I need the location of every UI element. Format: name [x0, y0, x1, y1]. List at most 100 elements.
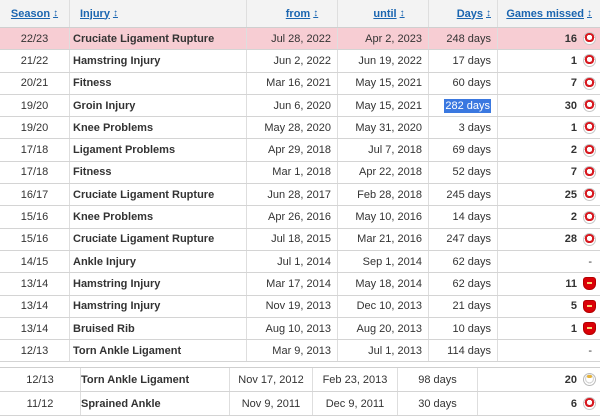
- southampton-crest-icon[interactable]: [583, 188, 596, 202]
- season-cell: 12/13: [0, 340, 70, 362]
- sort-icon[interactable]: ↕: [486, 8, 491, 19]
- games-missed-value: 1: [570, 54, 577, 67]
- until-date-cell: Jun 19, 2022: [338, 50, 429, 72]
- games-missed-cell: 6: [478, 392, 600, 415]
- sort-icon[interactable]: ↕: [53, 8, 58, 19]
- games-missed-value: 11: [565, 277, 577, 290]
- season-cell: 19/20: [0, 94, 70, 117]
- days-value: 247 days: [446, 233, 491, 246]
- column-header-days[interactable]: Days ↕: [429, 0, 498, 27]
- games-missed-cell: 7: [498, 73, 600, 94]
- arsenal-crest-icon[interactable]: [583, 277, 596, 291]
- from-date-cell: Mar 16, 2021: [247, 72, 338, 94]
- days-cell: 98 days: [398, 368, 478, 391]
- until-header-label[interactable]: until: [373, 8, 396, 20]
- table-row: 17/18 Fitness Mar 1, 2018 Apr 22, 2018 52 da…: [0, 161, 600, 185]
- days-value: 3 days: [458, 121, 491, 134]
- games-missed-value: 20: [564, 373, 577, 386]
- injury-header-label[interactable]: Injury: [80, 8, 110, 20]
- until-date-cell: Mar 21, 2016: [338, 228, 429, 250]
- column-header-injury[interactable]: Injury ↕: [70, 0, 247, 27]
- from-date-cell: Mar 1, 2018: [247, 161, 338, 184]
- injury-cell: Fitness: [70, 72, 247, 94]
- sort-icon[interactable]: ↕: [313, 8, 318, 19]
- from-date-cell: Jun 6, 2020: [247, 94, 338, 117]
- games-missed-value: 7: [570, 77, 577, 90]
- southampton-crest-icon[interactable]: [583, 210, 596, 224]
- southampton-crest-icon[interactable]: [583, 143, 596, 157]
- injury-cell: Ligament Problems: [70, 139, 247, 161]
- games-missed-cell: 2: [498, 206, 600, 227]
- southampton-crest-icon[interactable]: [583, 397, 596, 410]
- until-date-cell: May 15, 2021: [338, 94, 429, 117]
- games-missed-cell: 16: [498, 28, 600, 49]
- until-date-cell: May 10, 2016: [338, 206, 429, 228]
- table-row: 15/16 Cruciate Ligament Rupture Jul 18, 20…: [0, 228, 600, 251]
- games-missed-cell: 1: [498, 117, 600, 138]
- from-header-label[interactable]: from: [286, 8, 310, 20]
- arsenal-crest-icon[interactable]: [583, 299, 596, 313]
- arsenal-crest-icon[interactable]: [583, 322, 596, 335]
- from-date-cell: Jul 18, 2015: [247, 228, 338, 250]
- games-header-label[interactable]: Games missed: [506, 8, 584, 20]
- injury-cell: Hamstring Injury: [70, 295, 247, 317]
- column-header-until[interactable]: until ↕: [338, 0, 429, 27]
- days-cell: 52 days: [429, 161, 498, 184]
- until-date-cell: Jul 7, 2018: [338, 139, 429, 161]
- days-cell: 62 days: [429, 250, 498, 273]
- season-cell: 15/16: [0, 206, 70, 228]
- injury-table-continued: 12/13 Torn Ankle Ligament Nov 17, 2012 Feb …: [0, 367, 600, 416]
- games-missed-cell: 2: [498, 139, 600, 160]
- season-header-label[interactable]: Season: [11, 8, 50, 20]
- days-cell: 282 days: [429, 94, 498, 117]
- southampton-crest-icon[interactable]: [583, 32, 596, 46]
- southampton-crest-icon[interactable]: [583, 54, 596, 68]
- sort-icon[interactable]: ↕: [400, 8, 405, 19]
- until-date-cell: May 18, 2014: [338, 273, 429, 295]
- table-body-continued: 12/13 Torn Ankle Ligament Nov 17, 2012 Feb …: [0, 368, 600, 416]
- table-header: Season ↕ Injury ↕ from ↕ until ↕ Days ↕ Games…: [0, 0, 600, 28]
- season-cell: 22/23: [0, 28, 70, 50]
- days-cell: 114 days: [429, 340, 498, 362]
- until-date-cell: Apr 22, 2018: [338, 161, 429, 184]
- games-missed-cell: -: [498, 251, 600, 272]
- from-date-cell: Jul 28, 2022: [247, 28, 338, 50]
- days-value: 62 days: [452, 255, 491, 268]
- column-header-from[interactable]: from ↕: [247, 0, 338, 27]
- southampton-crest-icon[interactable]: [583, 232, 596, 246]
- injury-cell: Groin Injury: [70, 94, 247, 117]
- days-cell: 17 days: [429, 50, 498, 72]
- season-cell: 16/17: [0, 184, 70, 206]
- southampton-crest-icon[interactable]: [583, 99, 596, 113]
- days-value: 69 days: [452, 144, 491, 157]
- from-date-cell: Jul 1, 2014: [247, 250, 338, 273]
- southampton-crest-icon[interactable]: [583, 165, 596, 179]
- sort-icon[interactable]: ↕: [587, 8, 592, 19]
- season-cell: 13/14: [0, 317, 70, 340]
- until-date-cell: Feb 28, 2018: [338, 184, 429, 206]
- column-header-season[interactable]: Season ↕: [0, 0, 70, 27]
- injury-cell: Bruised Rib: [70, 317, 247, 340]
- days-cell: 3 days: [429, 117, 498, 139]
- games-missed-cell: 11: [498, 273, 600, 294]
- southampton-crest-icon[interactable]: [583, 121, 596, 135]
- season-cell: 14/15: [0, 250, 70, 273]
- table-row: 12/13 Torn Ankle Ligament Mar 9, 2013 Jul 1…: [0, 340, 600, 363]
- injury-cell: Cruciate Ligament Rupture: [70, 228, 247, 250]
- southampton-crest-icon[interactable]: [583, 76, 596, 90]
- sort-icon[interactable]: ↕: [113, 8, 118, 19]
- days-cell: 21 days: [429, 295, 498, 317]
- season-cell: 13/14: [0, 295, 70, 317]
- column-header-games-missed[interactable]: Games missed ↕: [498, 0, 600, 27]
- days-header-label[interactable]: Days: [457, 8, 483, 20]
- injury-cell: Hamstring Injury: [70, 50, 247, 72]
- games-missed-value: 30: [564, 99, 577, 112]
- from-date-cell: May 28, 2020: [247, 117, 338, 139]
- table-row: 17/18 Ligament Problems Apr 29, 2018 Jul 7,…: [0, 139, 600, 162]
- games-missed-value: -: [588, 255, 592, 268]
- injury-cell: Sprained Ankle: [81, 392, 230, 415]
- days-cell: 14 days: [429, 206, 498, 228]
- games-missed-cell: 25: [498, 184, 600, 205]
- realmadrid-crest-icon[interactable]: [583, 373, 596, 386]
- from-date-cell: Nov 19, 2013: [247, 295, 338, 317]
